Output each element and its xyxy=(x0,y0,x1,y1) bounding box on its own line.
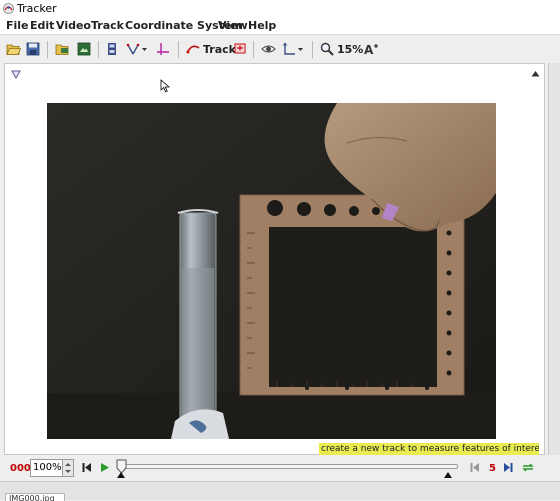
go-to-start-icon[interactable] xyxy=(82,462,92,473)
axes-icon[interactable] xyxy=(156,39,170,59)
collapse-up-icon[interactable] xyxy=(531,70,540,77)
toolbar-separator xyxy=(178,41,179,58)
clip-settings-icon[interactable] xyxy=(106,39,118,59)
status-message: create a new track to measure features o… xyxy=(319,443,539,455)
menu-edit[interactable]: Edit xyxy=(30,19,54,32)
track-menu-triangle-icon[interactable] xyxy=(11,69,21,79)
export-image-icon[interactable] xyxy=(77,39,91,59)
calibration-points-icon[interactable] xyxy=(126,39,148,59)
visibility-eye-icon[interactable] xyxy=(261,39,276,59)
title-bar: Tracker xyxy=(0,0,560,18)
menu-help[interactable]: Help xyxy=(248,19,276,32)
coordinate-axes-icon[interactable] xyxy=(282,39,304,59)
open-video-icon[interactable] xyxy=(55,39,70,59)
save-icon[interactable] xyxy=(26,39,40,59)
window-title: Tracker xyxy=(17,2,57,15)
toolbar-separator xyxy=(312,41,313,58)
menu-video[interactable]: Video xyxy=(56,19,91,32)
open-folder-icon[interactable] xyxy=(6,39,21,59)
player-bar: 000 100% 5 xyxy=(0,456,548,480)
play-icon[interactable] xyxy=(100,462,110,473)
menu-view[interactable]: View xyxy=(218,19,248,32)
zoom-level-label: 15% xyxy=(337,42,364,56)
menu-track[interactable]: Track xyxy=(91,19,124,32)
menu-bar: File Edit Video Track Coordinate System … xyxy=(0,18,560,35)
frame-slider-track[interactable] xyxy=(120,464,458,469)
playback-rate-field[interactable]: 100% xyxy=(30,459,63,477)
side-panel-edge[interactable] xyxy=(548,63,560,455)
bottom-tab-bar: IMG000.jpg xyxy=(0,481,560,501)
loop-icon[interactable] xyxy=(521,462,535,473)
start-marker-icon[interactable] xyxy=(117,472,125,478)
menu-file[interactable]: File xyxy=(6,19,29,32)
spinner-arrows-icon xyxy=(65,463,71,473)
video-image xyxy=(47,103,496,439)
toolbar-separator xyxy=(98,41,99,58)
toolbar-separator xyxy=(47,41,48,58)
frame-number[interactable]: 000 xyxy=(10,463,31,474)
toolbar-separator xyxy=(253,41,254,58)
step-size-value[interactable]: 5 xyxy=(489,463,496,474)
step-back-icon[interactable] xyxy=(470,462,480,473)
zoom-button[interactable]: 15% xyxy=(320,39,363,59)
end-marker-icon[interactable] xyxy=(444,472,452,478)
new-track-button[interactable]: Track xyxy=(186,39,236,59)
font-size-icon[interactable]: A xyxy=(363,39,379,59)
track-button-label: Track xyxy=(203,42,236,56)
video-frame[interactable] xyxy=(47,103,496,439)
step-forward-icon[interactable] xyxy=(503,462,513,473)
mouse-cursor-icon xyxy=(160,79,170,93)
zoom-magnifier-icon xyxy=(320,42,334,56)
svg-text:A: A xyxy=(364,43,374,56)
tracker-app-icon xyxy=(3,3,14,14)
rate-spinner[interactable] xyxy=(63,459,74,477)
toolbar: Track 15% A xyxy=(0,36,548,62)
track-control-icon[interactable] xyxy=(234,39,246,59)
new-track-icon xyxy=(186,45,200,54)
